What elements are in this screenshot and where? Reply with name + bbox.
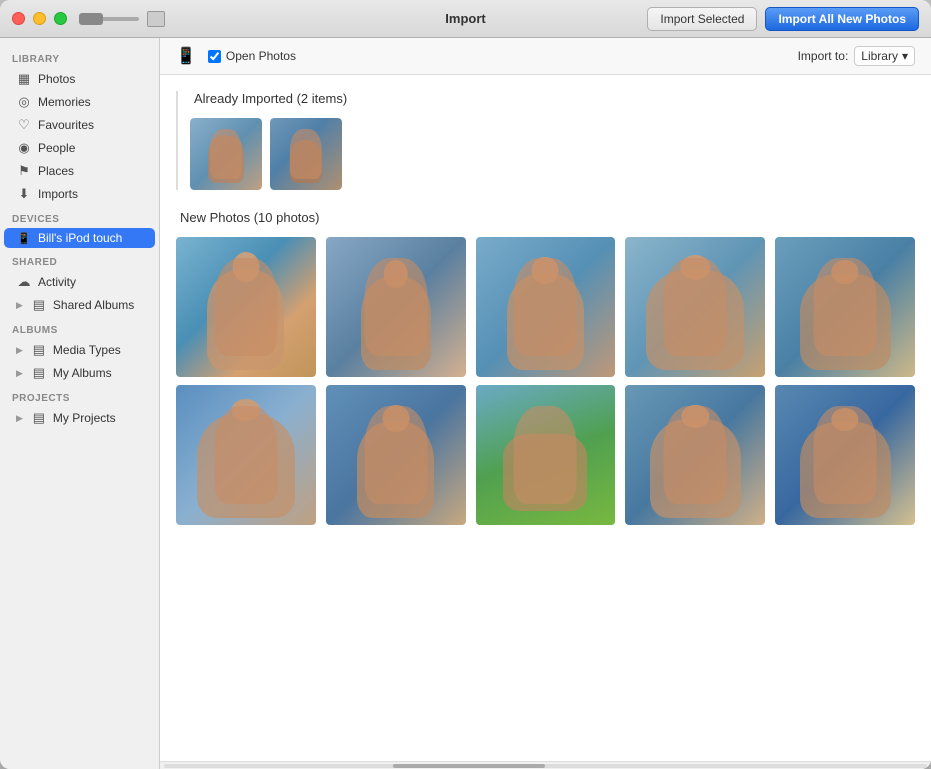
new-photo-4[interactable] bbox=[625, 237, 765, 377]
sidebar-item-my-albums[interactable]: ▶ ▤ My Albums bbox=[4, 362, 155, 384]
my-albums-icon: ▤ bbox=[31, 365, 47, 381]
new-photos-grid-row1 bbox=[176, 237, 915, 377]
new-photo-1[interactable] bbox=[176, 237, 316, 377]
albums-section-header: Albums bbox=[0, 317, 159, 338]
media-types-expand-icon: ▶ bbox=[16, 345, 23, 356]
open-photos-checkbox-area[interactable]: Open Photos bbox=[208, 49, 296, 63]
already-imported-section: Already Imported (2 items) bbox=[176, 91, 915, 190]
new-photo-9[interactable] bbox=[625, 385, 765, 525]
new-photo-8[interactable] bbox=[476, 385, 616, 525]
shared-section-header: Shared bbox=[0, 249, 159, 270]
sidebar-item-favourites[interactable]: ♡ Favourites bbox=[4, 114, 155, 136]
my-albums-expand-icon: ▶ bbox=[16, 368, 23, 379]
photos-icon: ▦ bbox=[16, 71, 32, 87]
sidebar-label-activity: Activity bbox=[38, 275, 76, 289]
already-imported-photo-2[interactable] bbox=[270, 118, 342, 190]
new-photos-label: New Photos (10 photos) bbox=[176, 210, 915, 225]
sidebar-label-places: Places bbox=[38, 164, 74, 178]
import-all-button[interactable]: Import All New Photos bbox=[765, 7, 919, 31]
titlebar-action-buttons: Import Selected Import All New Photos bbox=[647, 7, 919, 31]
sidebar-label-shared-albums: Shared Albums bbox=[53, 298, 134, 312]
my-projects-expand-icon: ▶ bbox=[16, 413, 23, 424]
media-types-icon: ▤ bbox=[31, 342, 47, 358]
content-area: 📱 Open Photos Import to: Library ▾ A bbox=[160, 38, 931, 769]
already-imported-photo-1[interactable] bbox=[190, 118, 262, 190]
activity-icon: ☁ bbox=[16, 274, 32, 290]
scrollbar[interactable] bbox=[160, 761, 931, 769]
new-photos-section: New Photos (10 photos) bbox=[176, 210, 915, 525]
traffic-lights bbox=[12, 12, 67, 25]
import-to-area: Import to: Library ▾ bbox=[798, 46, 915, 66]
people-icon: ◉ bbox=[16, 140, 32, 156]
new-photo-3[interactable] bbox=[476, 237, 616, 377]
open-photos-checkbox[interactable] bbox=[208, 50, 221, 63]
library-section-header: Library bbox=[0, 46, 159, 67]
import-to-label: Import to: bbox=[798, 49, 849, 63]
sidebar-label-photos: Photos bbox=[38, 72, 75, 86]
scrollbar-track bbox=[164, 764, 927, 768]
sidebar-item-photos[interactable]: ▦ Photos bbox=[4, 68, 155, 90]
sidebar: Library ▦ Photos ◎ Memories ♡ Favourites… bbox=[0, 38, 160, 769]
minimize-button[interactable] bbox=[33, 12, 46, 25]
sidebar-label-my-projects: My Projects bbox=[53, 411, 116, 425]
favourites-icon: ♡ bbox=[16, 117, 32, 133]
shared-albums-icon: ▤ bbox=[31, 297, 47, 313]
close-button[interactable] bbox=[12, 12, 25, 25]
new-photo-5[interactable] bbox=[775, 237, 915, 377]
sidebar-item-memories[interactable]: ◎ Memories bbox=[4, 91, 155, 113]
new-photo-6[interactable] bbox=[176, 385, 316, 525]
new-photo-7[interactable] bbox=[326, 385, 466, 525]
sidebar-item-people[interactable]: ◉ People bbox=[4, 137, 155, 159]
sidebar-item-shared-albums[interactable]: ▶ ▤ Shared Albums bbox=[4, 294, 155, 316]
photo-area: Already Imported (2 items) bbox=[160, 75, 931, 761]
sidebar-label-my-albums: My Albums bbox=[53, 366, 112, 380]
import-to-dropdown-icon: ▾ bbox=[902, 49, 908, 63]
sidebar-label-imports: Imports bbox=[38, 187, 78, 201]
window-title: Import bbox=[445, 11, 485, 26]
my-projects-icon: ▤ bbox=[31, 410, 47, 426]
open-photos-label: Open Photos bbox=[226, 49, 296, 63]
sidebar-item-activity[interactable]: ☁ Activity bbox=[4, 271, 155, 293]
places-icon: ⚑ bbox=[16, 163, 32, 179]
shared-albums-expand-icon: ▶ bbox=[16, 300, 23, 311]
memories-icon: ◎ bbox=[16, 94, 32, 110]
sidebar-label-people: People bbox=[38, 141, 75, 155]
sidebar-item-bills-ipod[interactable]: 📱 Bill's iPod touch bbox=[4, 228, 155, 248]
sidebar-item-my-projects[interactable]: ▶ ▤ My Projects bbox=[4, 407, 155, 429]
import-to-select[interactable]: Library ▾ bbox=[854, 46, 915, 66]
sidebar-item-media-types[interactable]: ▶ ▤ Media Types bbox=[4, 339, 155, 361]
already-imported-grid bbox=[190, 118, 915, 190]
sidebar-slider[interactable] bbox=[79, 17, 139, 21]
scrollbar-thumb[interactable] bbox=[393, 764, 546, 768]
sidebar-toggle-button[interactable] bbox=[147, 11, 165, 27]
import-selected-button[interactable]: Import Selected bbox=[647, 7, 757, 31]
devices-section-header: Devices bbox=[0, 206, 159, 227]
maximize-button[interactable] bbox=[54, 12, 67, 25]
sidebar-item-places[interactable]: ⚑ Places bbox=[4, 160, 155, 182]
sidebar-label-favourites: Favourites bbox=[38, 118, 94, 132]
sidebar-item-imports[interactable]: ⬇ Imports bbox=[4, 183, 155, 205]
already-imported-label: Already Imported (2 items) bbox=[190, 91, 915, 106]
import-toolbar: 📱 Open Photos Import to: Library ▾ bbox=[160, 38, 931, 75]
imports-icon: ⬇ bbox=[16, 186, 32, 202]
main-window: Import Import Selected Import All New Ph… bbox=[0, 0, 931, 769]
sidebar-label-bills-ipod: Bill's iPod touch bbox=[38, 231, 122, 245]
new-photos-grid-row2 bbox=[176, 385, 915, 525]
new-photo-10[interactable] bbox=[775, 385, 915, 525]
sidebar-label-memories: Memories bbox=[38, 95, 91, 109]
ipod-icon: 📱 bbox=[16, 232, 32, 245]
new-photo-2[interactable] bbox=[326, 237, 466, 377]
device-toolbar-icon: 📱 bbox=[176, 46, 196, 66]
sidebar-label-media-types: Media Types bbox=[53, 343, 121, 357]
main-area: Library ▦ Photos ◎ Memories ♡ Favourites… bbox=[0, 38, 931, 769]
import-to-value: Library bbox=[861, 49, 898, 63]
titlebar: Import Import Selected Import All New Ph… bbox=[0, 0, 931, 38]
projects-section-header: Projects bbox=[0, 385, 159, 406]
